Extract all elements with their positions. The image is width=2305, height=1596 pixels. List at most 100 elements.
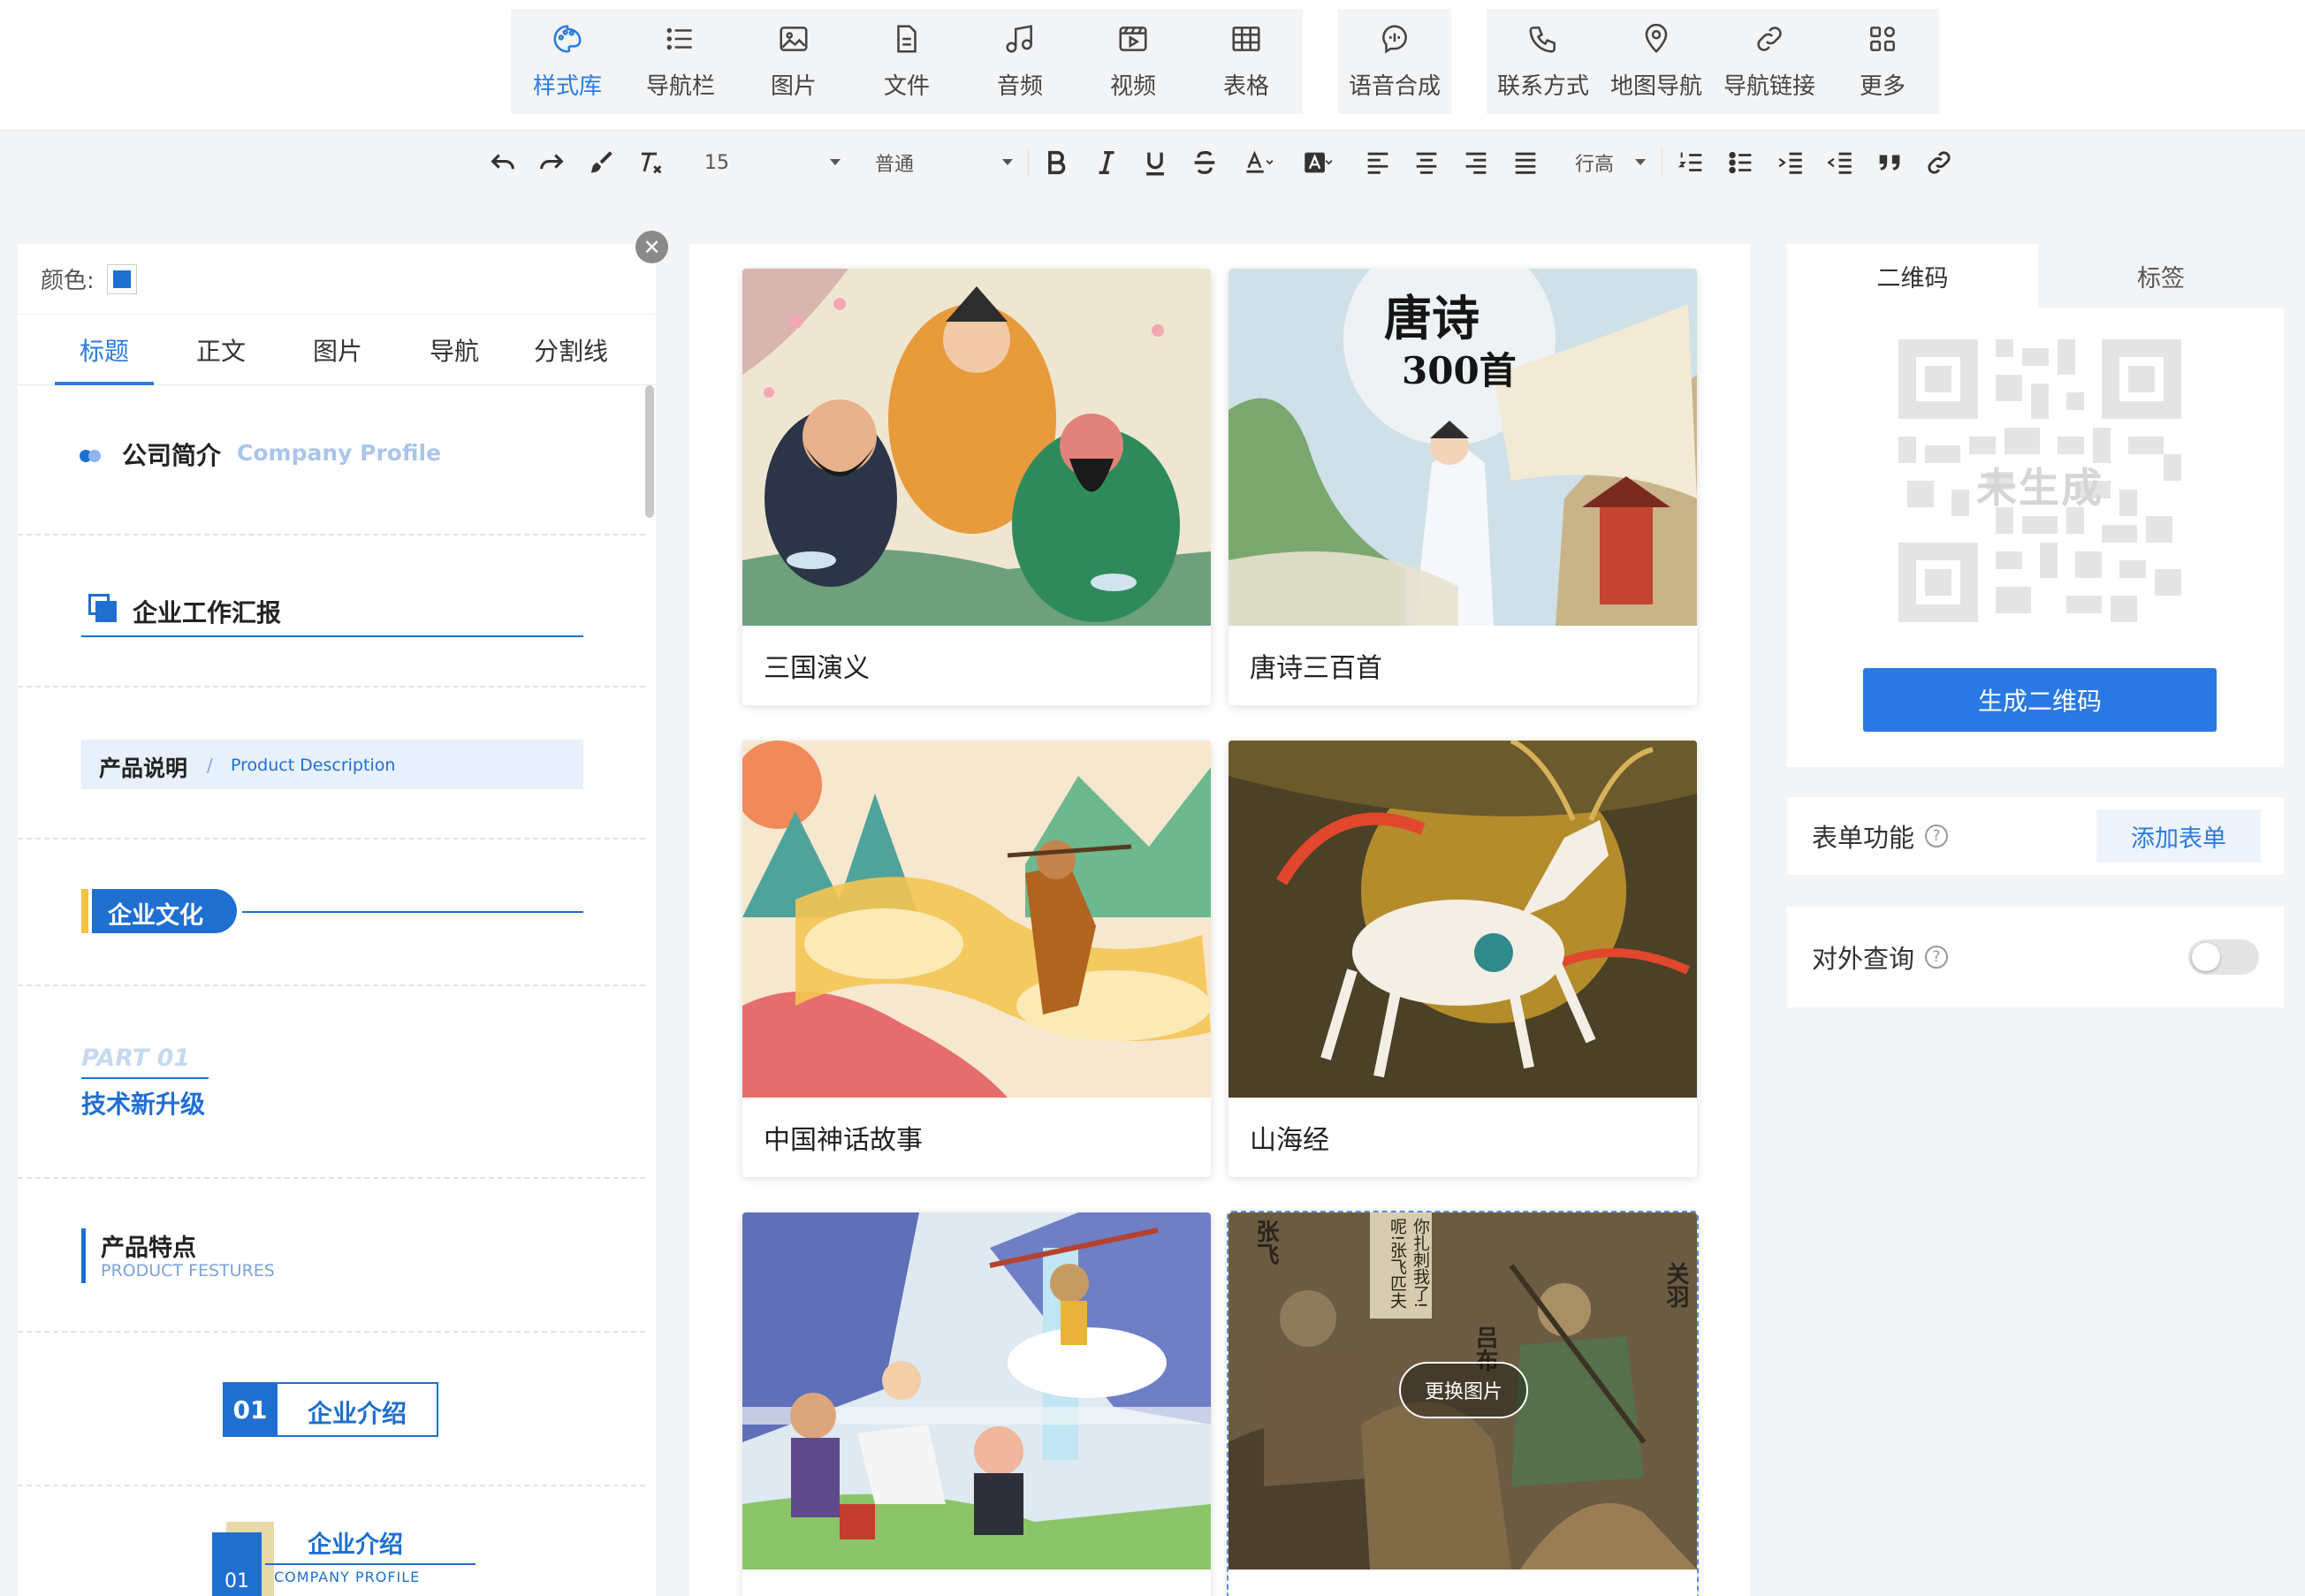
toolbar-image[interactable]: 图片 xyxy=(737,9,850,114)
style-6-subtitle: PRODUCT FESTURES xyxy=(101,1261,275,1281)
tab-divider[interactable]: 分割线 xyxy=(521,315,620,385)
toolbar-more[interactable]: 更多 xyxy=(1826,9,1939,114)
quote-icon xyxy=(1879,155,1900,171)
speech-synthesis-icon xyxy=(1382,25,1407,54)
toolbar-image-label: 图片 xyxy=(770,73,817,100)
link-icon xyxy=(1757,27,1782,51)
bold-button[interactable] xyxy=(1040,147,1072,179)
paragraph-style-select[interactable]: 普通 xyxy=(875,147,1013,179)
color-swatch[interactable] xyxy=(106,263,137,294)
book-card-shanhaijing[interactable]: 山海经 xyxy=(1229,741,1697,1177)
help-icon[interactable]: ? xyxy=(1925,825,1949,847)
toolbar-audio-label: 音频 xyxy=(996,73,1043,100)
outdent-icon xyxy=(1827,152,1852,174)
paint-brush-icon xyxy=(590,151,612,173)
toolbar-group-contact: 联系方式 地图导航 导航链接 更多 xyxy=(1487,9,1939,114)
line-height-select[interactable]: 行高 xyxy=(1575,147,1646,179)
style-library-panel: 颜色: 标题 正文 图片 导航 分割线 公司简介 Company Profile… xyxy=(18,244,656,1596)
format-painter-button[interactable] xyxy=(585,147,617,179)
background-color-button[interactable] xyxy=(1296,147,1340,179)
form-function-row: 表单功能 ? 添加表单 xyxy=(1787,797,2284,875)
toolbar-speech-synthesis[interactable]: 语音合成 xyxy=(1338,9,1451,114)
blockquote-button[interactable] xyxy=(1874,147,1906,179)
toolbar-style-library[interactable]: 样式库 xyxy=(511,9,624,114)
heading-style-1[interactable]: 公司简介 Company Profile xyxy=(18,385,645,536)
heading-style-8[interactable]: 01 企业介绍 COMPANY PROFILE xyxy=(18,1486,645,1596)
bullet-list-button[interactable] xyxy=(1725,147,1757,179)
toolbar-map-navigation[interactable]: 地图导航 xyxy=(1600,9,1713,114)
indent-icon xyxy=(1778,152,1802,174)
italic-button[interactable] xyxy=(1091,147,1122,179)
toolbar-nav-link[interactable]: 导航链接 xyxy=(1713,9,1826,114)
outdent-button[interactable] xyxy=(1824,147,1856,179)
underline-button[interactable] xyxy=(1139,147,1171,179)
indent-button[interactable] xyxy=(1775,147,1807,179)
panel-scrollbar[interactable] xyxy=(645,385,654,518)
square-icon xyxy=(95,601,117,622)
insert-link-button[interactable] xyxy=(1923,147,1955,179)
tab-navigation[interactable]: 导航 xyxy=(405,315,504,385)
public-query-toggle[interactable] xyxy=(2188,939,2259,975)
toolbar-table[interactable]: 表格 xyxy=(1190,9,1303,114)
toolbar-contact[interactable]: 联系方式 xyxy=(1487,9,1600,114)
dot-icon xyxy=(88,450,101,462)
redo-button[interactable] xyxy=(536,147,567,179)
qrcode-panel: 二维码 标签 未生成 生成二维码 xyxy=(1787,244,2284,767)
shanhaijing-illustration xyxy=(1229,741,1697,1098)
chevron-down-icon xyxy=(1635,159,1646,165)
tab-heading[interactable]: 标题 xyxy=(55,315,154,385)
heading-style-4[interactable]: 企业文化 xyxy=(18,840,645,986)
close-panel-button[interactable]: ✕ xyxy=(635,231,668,263)
chevron-down-icon xyxy=(1002,159,1013,165)
toolbar-video[interactable]: 视频 xyxy=(1076,9,1190,114)
book-card-tangshi[interactable]: 唐诗 300首 唐诗三百首 xyxy=(1229,269,1697,705)
toolbar-navbar[interactable]: 导航栏 xyxy=(624,9,737,114)
style-3-title: 产品说明 xyxy=(99,756,188,781)
toolbar-audio[interactable]: 音频 xyxy=(963,9,1076,114)
font-color-icon xyxy=(1246,150,1274,173)
generate-qrcode-button[interactable]: 生成二维码 xyxy=(1863,668,2217,732)
heading-style-5[interactable]: PART 01 技术新升级 xyxy=(18,986,645,1179)
toolbar-file[interactable]: 文件 xyxy=(850,9,963,114)
book-card-sanying[interactable]: 张飞 吕布 关羽 你扎刺我了! 呢!张飞匹夫 更换图片 xyxy=(1227,1211,1699,1596)
heading-style-7[interactable]: 01 企业介绍 xyxy=(18,1333,645,1486)
art-speech-1: 你扎刺我了! xyxy=(1411,1218,1430,1309)
add-form-button[interactable]: 添加表单 xyxy=(2096,809,2261,863)
change-image-button[interactable]: 更换图片 xyxy=(1399,1362,1528,1418)
tab-image[interactable]: 图片 xyxy=(288,315,387,385)
tab-labels[interactable]: 标签 xyxy=(2038,244,2284,308)
toolbar-file-label: 文件 xyxy=(883,73,930,100)
align-center-button[interactable] xyxy=(1411,147,1442,179)
align-left-icon xyxy=(1367,152,1388,174)
top-toolbar: 样式库 导航栏 图片 文件 音频 视频 表格 语音合成 联系方式 地图导航 导航… xyxy=(0,0,2305,130)
align-justify-icon xyxy=(1515,152,1536,174)
rule-line xyxy=(81,1077,209,1079)
heading-style-6[interactable]: 产品特点 PRODUCT FESTURES xyxy=(18,1179,645,1333)
heading-style-3[interactable]: 产品说明 / Product Description xyxy=(18,688,645,840)
video-icon xyxy=(1119,27,1147,51)
style-6-title: 产品特点 xyxy=(101,1235,196,1262)
font-color-button[interactable] xyxy=(1237,147,1280,179)
card-caption: 唐诗三百首 xyxy=(1250,653,1382,684)
palette-icon xyxy=(553,25,582,53)
toolbar-map-navigation-label: 地图导航 xyxy=(1609,73,1702,100)
strikethrough-button[interactable] xyxy=(1189,147,1221,179)
clear-format-button[interactable] xyxy=(635,147,666,179)
align-left-button[interactable] xyxy=(1362,147,1394,179)
book-card-xiyouji[interactable] xyxy=(742,1212,1211,1596)
tab-qrcode[interactable]: 二维码 xyxy=(1787,244,2038,308)
style-3-separator: / xyxy=(207,755,213,776)
highlight-color-icon xyxy=(1305,152,1333,173)
align-right-button[interactable] xyxy=(1460,147,1492,179)
book-card-myths[interactable]: 中国神话故事 xyxy=(742,741,1211,1177)
style-7-num: 01 xyxy=(223,1382,278,1437)
style-1-title: 公司简介 xyxy=(122,441,222,470)
help-icon[interactable]: ? xyxy=(1925,946,1949,969)
ordered-list-button[interactable] xyxy=(1676,147,1708,179)
align-justify-button[interactable] xyxy=(1510,147,1541,179)
heading-style-2[interactable]: 企业工作汇报 xyxy=(18,536,645,688)
font-size-select[interactable]: 15 xyxy=(704,147,841,179)
undo-button[interactable] xyxy=(487,147,519,179)
tab-body[interactable]: 正文 xyxy=(171,315,270,385)
book-card-sanguo[interactable]: 三国演义 xyxy=(742,269,1211,705)
